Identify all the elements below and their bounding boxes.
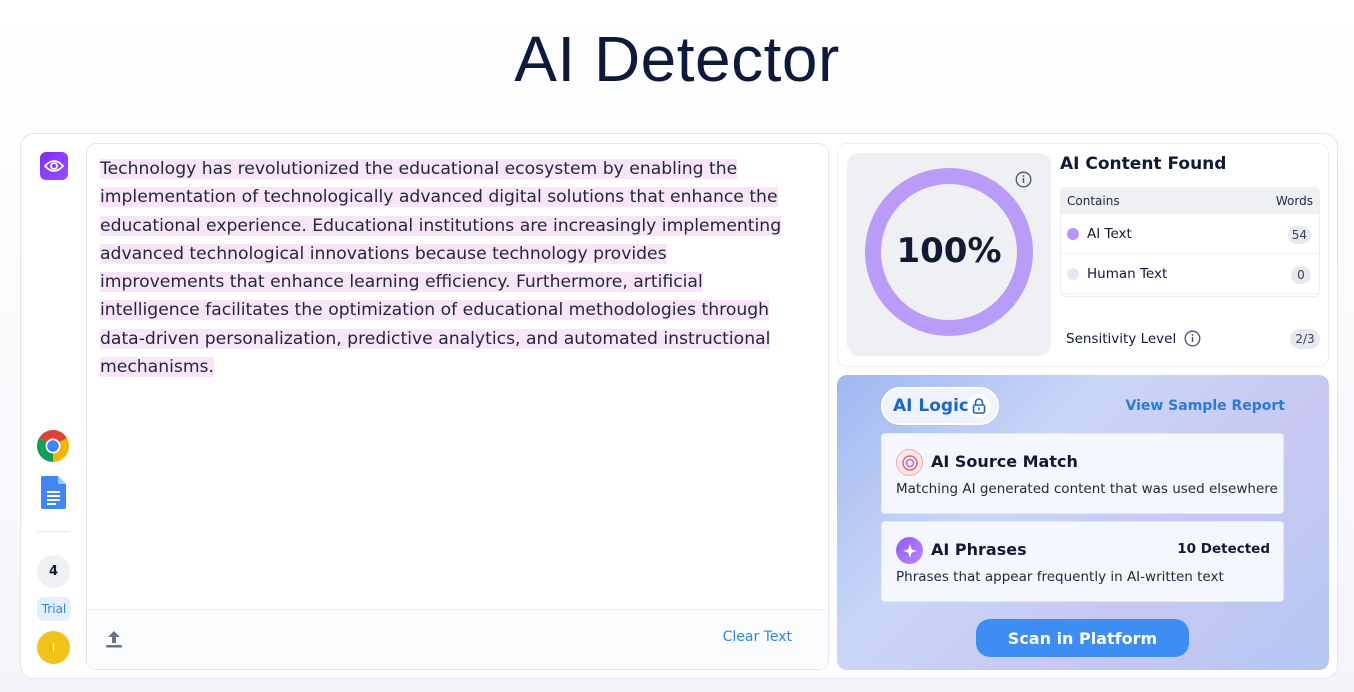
words-header: Words bbox=[1275, 194, 1313, 208]
human-text-dot bbox=[1067, 267, 1079, 280]
info-icon[interactable] bbox=[1015, 171, 1032, 188]
ai-phrases-card[interactable]: AI Phrases 10 Detected Phrases that appe… bbox=[881, 521, 1284, 602]
detector-card: 4 Trial I Technology has revolutionized … bbox=[20, 133, 1338, 679]
ai-logic-pill[interactable]: AI Logic bbox=[881, 387, 999, 425]
human-text-count: 0 bbox=[1291, 266, 1311, 284]
ai-score-percent: 100% bbox=[896, 231, 1002, 271]
ai-phrases-title: AI Phrases bbox=[931, 540, 1027, 559]
sparkle-icon bbox=[896, 537, 923, 564]
human-text-label: Human Text bbox=[1087, 265, 1168, 282]
source-match-title: AI Source Match bbox=[931, 452, 1078, 471]
upload-icon[interactable] bbox=[105, 629, 123, 649]
trial-badge[interactable]: Trial bbox=[37, 597, 71, 621]
scan-in-platform-button[interactable]: Scan in Platform bbox=[976, 619, 1189, 657]
ai-score-gauge: 100% bbox=[847, 153, 1051, 356]
view-sample-report-link[interactable]: View Sample Report bbox=[1125, 398, 1285, 414]
ai-text-label: AI Text bbox=[1087, 225, 1132, 242]
lock-icon bbox=[967, 394, 991, 418]
ai-text-row: AI Text 54 bbox=[1061, 214, 1319, 254]
chrome-icon[interactable] bbox=[36, 429, 70, 463]
left-rail: 4 Trial I bbox=[21, 134, 85, 678]
sensitivity-info-icon[interactable] bbox=[1184, 330, 1201, 347]
result-card: 100% AI Content Found Contains Words AI … bbox=[837, 143, 1329, 367]
ai-phrases-desc: Phrases that appear frequently in AI-wri… bbox=[896, 569, 1224, 585]
ai-phrases-count: 10 Detected bbox=[1177, 541, 1270, 557]
ai-content-found-title: AI Content Found bbox=[1060, 154, 1227, 174]
source-match-desc: Matching AI generated content that was u… bbox=[896, 481, 1278, 497]
contains-header: Contains bbox=[1067, 194, 1120, 208]
highlighted-ai-text: Technology has revolutionized the educat… bbox=[100, 159, 782, 378]
ai-source-match-card[interactable]: AI Source Match Matching AI generated co… bbox=[881, 433, 1284, 514]
ai-text-count: 54 bbox=[1287, 226, 1311, 244]
rail-divider bbox=[37, 531, 70, 532]
sensitivity-label: Sensitivity Level bbox=[1066, 330, 1177, 347]
editor-text[interactable]: Technology has revolutionized the educat… bbox=[100, 155, 790, 381]
ai-text-dot bbox=[1067, 227, 1079, 240]
sensitivity-level: Sensitivity Level bbox=[1066, 330, 1201, 347]
human-text-row: Human Text 0 bbox=[1061, 254, 1319, 294]
avatar[interactable]: I bbox=[37, 631, 70, 664]
ai-logic-card: AI Logic View Sample Report AI Source Ma… bbox=[837, 375, 1329, 670]
eye-icon[interactable] bbox=[40, 152, 68, 180]
page-title: AI Detector bbox=[514, 23, 840, 95]
google-docs-icon[interactable] bbox=[41, 476, 66, 509]
sensitivity-value[interactable]: 2/3 bbox=[1290, 329, 1320, 349]
text-editor[interactable]: Technology has revolutionized the educat… bbox=[86, 143, 829, 670]
ai-logic-label: AI Logic bbox=[893, 396, 969, 416]
word-count-table: Contains Words AI Text 54 Human Text 0 bbox=[1060, 187, 1320, 297]
source-match-icon bbox=[896, 449, 923, 476]
count-badge: 4 bbox=[37, 555, 70, 588]
table-header: Contains Words bbox=[1061, 188, 1319, 214]
editor-footer: Clear Text bbox=[87, 609, 828, 669]
clear-text-button[interactable]: Clear Text bbox=[723, 629, 792, 645]
